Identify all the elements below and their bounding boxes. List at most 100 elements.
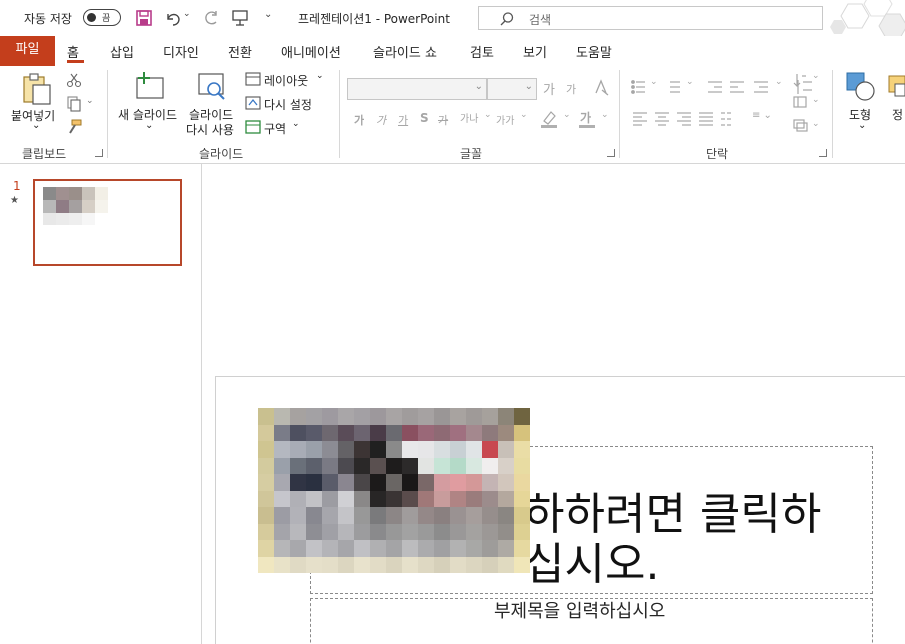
grow-font-icon[interactable]: 가 [543,79,555,98]
character-spacing-icon[interactable]: 가나 [460,110,478,125]
autosave-state: 끔 [102,14,111,24]
tab-animations[interactable]: 애니메이션 [281,42,341,61]
underline-icon[interactable]: 가 [398,112,408,128]
font-size-dropdown[interactable]: ⌄ [487,78,537,100]
slide-number: 1 [13,179,21,193]
smartart-dropdown-icon[interactable]: ⌄ [812,119,820,129]
tab-file[interactable]: 파일 [0,36,55,66]
section-button[interactable]: 구역 [264,120,286,137]
mosaic-cell [402,441,418,458]
bullets-dropdown-icon[interactable]: ⌄ [650,77,658,87]
tab-home[interactable]: 홈 [67,42,79,61]
mosaic-cell [306,457,322,474]
mosaic-cell [514,408,530,425]
mosaic-cell [418,408,434,425]
new-slide-icon[interactable] [134,71,166,101]
paste-dropdown-icon[interactable]: ⌄ [32,120,40,131]
mosaic-cell [450,540,466,557]
mosaic-cell [274,507,290,524]
tab-design[interactable]: 디자인 [163,42,199,61]
reset-button[interactable]: 다시 설정 [264,96,312,113]
mosaic-cell [386,408,402,425]
mosaic-cell [322,556,338,573]
char-spacing-dropdown-icon[interactable]: ⌄ [484,110,492,120]
paste-icon[interactable] [21,72,53,106]
mosaic-cell [290,474,306,491]
paragraph-launcher-icon[interactable] [819,149,827,157]
mosaic-cell [450,490,466,507]
mosaic-cell [306,523,322,540]
mosaic-cell [322,523,338,540]
shadow-icon[interactable]: S [420,111,429,125]
mosaic-cell [466,490,482,507]
reuse-slides-label-2[interactable]: 다시 사용 [186,121,234,138]
mosaic-cell [402,424,418,441]
font-color-dropdown-icon[interactable]: ⌄ [601,110,609,120]
mosaic-cell [290,556,306,573]
active-tab-indicator [67,60,84,63]
slide-thumbnail-pane: 1 ★ [0,164,202,644]
clipboard-launcher-icon[interactable] [95,149,103,157]
font-name-dropdown[interactable]: ⌄ [347,78,487,100]
layout-button[interactable]: 레이아웃 [264,72,308,89]
redo-icon[interactable] [202,9,220,27]
customize-toolbar-icon[interactable]: ⌄ [264,9,272,20]
align-text-dropdown-icon[interactable]: ⌄ [812,95,820,105]
tab-view[interactable]: 보기 [523,42,547,61]
slideshow-icon[interactable] [231,9,249,27]
search-box[interactable]: 검색 [478,6,823,30]
arrange-label[interactable]: 정 [892,106,903,123]
clear-formatting-icon[interactable] [592,78,610,96]
change-case-dropdown-icon[interactable]: ⌄ [520,110,528,120]
columns-icon[interactable]: ≡ ⌄ [752,110,772,121]
change-case-icon[interactable]: 가가 [496,112,514,127]
mosaic-cell [498,474,514,491]
highlight-color-icon[interactable] [540,109,558,129]
copy-dropdown-icon[interactable]: ⌄ [86,96,94,106]
group-separator [619,70,620,158]
mosaic-cell [418,523,434,540]
mosaic-cell [386,507,402,524]
line-spacing-dropdown-icon[interactable]: ⌄ [775,77,783,87]
mosaic-cell [354,556,370,573]
mosaic-cell [258,523,274,540]
layout-dropdown-icon[interactable]: ⌄ [316,71,324,81]
shrink-font-icon[interactable]: 가 [566,81,576,97]
slide[interactable]: 하하려면 클릭하 십시오. 부제목을 입력하십시오 [215,376,905,644]
autosave-toggle[interactable]: 끔 [83,9,121,26]
mosaic-cell [258,490,274,507]
arrange-icon[interactable] [888,72,905,102]
mosaic-cell [434,474,450,491]
mosaic-cell [322,457,338,474]
font-color-icon[interactable]: 가 [580,109,591,126]
tab-slideshow[interactable]: 슬라이드 쇼 [373,42,437,61]
strikethrough-icon[interactable]: 가 [438,112,448,128]
new-slide-dropdown-icon[interactable]: ⌄ [145,120,153,131]
copy-icon[interactable] [66,96,82,112]
reuse-slides-icon[interactable] [197,72,229,102]
save-icon[interactable] [136,10,152,26]
text-direction-dropdown-icon[interactable]: ⌄ [812,71,820,81]
mosaic-cell [418,457,434,474]
format-painter-icon[interactable] [66,119,82,135]
cut-icon[interactable] [66,72,82,88]
shapes-dropdown-icon[interactable]: ⌄ [858,120,866,131]
font-launcher-icon[interactable] [607,149,615,157]
shapes-icon[interactable] [846,72,876,102]
tab-insert[interactable]: 삽입 [110,42,134,61]
tab-review[interactable]: 검토 [470,42,494,61]
slide-thumbnail-1[interactable] [33,179,182,266]
bold-icon[interactable]: 가 [354,112,364,128]
mosaic-cell [434,490,450,507]
highlight-dropdown-icon[interactable]: ⌄ [563,110,571,120]
section-dropdown-icon[interactable]: ⌄ [292,119,300,129]
group-separator [832,70,833,158]
undo-icon[interactable] [164,9,182,27]
pixelated-image[interactable] [258,408,530,573]
italic-icon[interactable]: 가 [376,112,386,128]
thumbnail-pixel-preview [43,187,108,225]
tab-help[interactable]: 도움말 [576,42,612,61]
undo-dropdown-icon[interactable]: ⌄ [183,9,191,19]
tab-transitions[interactable]: 전환 [228,42,252,61]
numbering-dropdown-icon[interactable]: ⌄ [686,77,694,87]
